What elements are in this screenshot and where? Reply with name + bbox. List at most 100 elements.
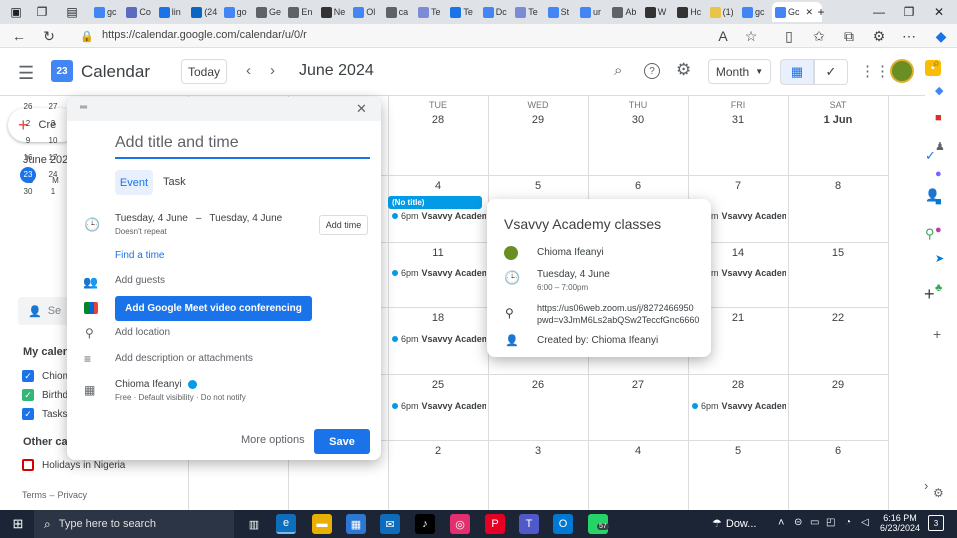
mini-calendar-day[interactable]: 2 (18, 116, 38, 131)
popover-link-line2[interactable]: pwd=v3JmM6Ls2abQSw2TeccfGnc6660 (537, 315, 699, 325)
end-date[interactable]: Tuesday, 4 June (209, 213, 282, 224)
day-number[interactable]: 26 (488, 379, 588, 391)
notifications-icon[interactable]: 3 (928, 515, 944, 531)
browser-tab[interactable]: go (221, 2, 251, 22)
day-number[interactable]: 7 (688, 180, 788, 192)
edge-outlook-icon[interactable]: ■ (935, 196, 942, 208)
workspaces-icon[interactable]: ❐ (30, 0, 54, 24)
today-button[interactable]: Today (181, 59, 227, 84)
other-calendars-heading[interactable]: Other cal (23, 436, 71, 448)
store-icon[interactable]: ▦ (346, 514, 366, 534)
tab-actions-icon[interactable]: ▤ (60, 0, 84, 24)
browser-tab[interactable]: Ge (253, 2, 283, 22)
tab-event[interactable]: Event (115, 170, 153, 195)
title-input[interactable]: Add title and time (115, 134, 370, 159)
day-number[interactable]: 18 (388, 312, 488, 324)
mini-calendar-day[interactable]: 26 (18, 99, 38, 114)
pinterest-icon[interactable]: P (485, 514, 505, 534)
collections-icon[interactable]: ⧉ (840, 27, 858, 45)
url-field[interactable]: https://calendar.google.com/calendar/u/0… (102, 29, 307, 41)
taskbar-clock[interactable]: 6:16 PM 6/23/2024 (880, 513, 920, 533)
split-screen-icon[interactable]: ▯ (780, 27, 798, 45)
day-number[interactable]: 29 (488, 114, 588, 126)
add-location-field[interactable]: Add location (115, 327, 170, 338)
browser-tab[interactable]: (1) (707, 2, 737, 22)
mini-calendar-day[interactable]: 1 (43, 184, 63, 199)
browser-tab[interactable]: Ol (350, 2, 380, 22)
browser-tab[interactable]: Ne (318, 2, 348, 22)
drag-handle-icon[interactable]: ═ (80, 102, 87, 113)
calendar-owner[interactable]: Chioma Ifeanyi (115, 379, 197, 390)
mini-calendar-day[interactable]: 23 (20, 167, 36, 183)
day-number[interactable]: 31 (688, 114, 788, 126)
calendar-event[interactable]: 6pmVsavvy Academ (392, 268, 486, 278)
dialog-close-icon[interactable]: ✕ (356, 101, 367, 117)
day-number[interactable]: 6 (588, 180, 688, 192)
mini-calendar-day[interactable]: 30 (18, 184, 38, 199)
day-number[interactable]: 30 (588, 114, 688, 126)
edge-search-icon[interactable]: ⌕ (933, 56, 940, 71)
mail-icon[interactable]: ✉ (380, 514, 400, 534)
day-number[interactable]: 27 (588, 379, 688, 391)
browser-tab[interactable]: (24 (188, 2, 218, 22)
windows-start-icon[interactable]: ⊞ (8, 514, 28, 534)
new-event-chip[interactable]: (No title) (388, 196, 482, 209)
dialog-drag-bar[interactable] (67, 97, 381, 121)
day-number[interactable]: 22 (788, 312, 888, 324)
day-number[interactable]: 1 Jun (788, 114, 888, 126)
browser-tab[interactable]: St (545, 2, 575, 22)
browser-profile-icon[interactable]: ▣ (4, 0, 28, 24)
tray-app-icon[interactable]: ⊝ (794, 517, 802, 528)
network-icon[interactable]: ◰ (826, 517, 835, 528)
mini-calendar-day[interactable]: 17 (43, 150, 63, 165)
show-side-panel-icon[interactable]: › (924, 478, 928, 493)
repeat-setting[interactable]: Doesn't repeat (115, 227, 167, 236)
day-number[interactable]: 28 (688, 379, 788, 391)
tasks-view-toggle-icon[interactable]: ✓ (814, 59, 848, 85)
add-time-button[interactable]: Add time (319, 215, 368, 235)
day-number[interactable]: 25 (388, 379, 488, 391)
tab-task[interactable]: Task (163, 176, 186, 188)
search-icon[interactable]: ⌕ (614, 62, 622, 79)
mini-calendar-day[interactable]: 27 (43, 99, 63, 114)
calendar-list-item[interactable]: ✓ Birthd (22, 389, 68, 401)
day-number[interactable]: 3 (488, 445, 588, 457)
task-view-icon[interactable]: ▥ (244, 514, 264, 534)
settings-more-icon[interactable]: ⋯ (900, 27, 918, 45)
copilot-icon[interactable]: ◆ (932, 27, 950, 45)
main-menu-icon[interactable]: ☰ (18, 63, 34, 84)
settings-gear-icon[interactable]: ⚙ (676, 60, 691, 80)
browser-tab[interactable]: W (642, 2, 672, 22)
whatsapp-icon[interactable]: 57 (588, 514, 609, 534)
back-icon[interactable]: ← (10, 27, 28, 45)
edge-m365-icon[interactable]: ● (935, 168, 942, 180)
mini-calendar-day[interactable]: 24 (43, 167, 63, 182)
day-number[interactable]: 6 (788, 445, 888, 457)
close-window-button[interactable]: ✕ (924, 0, 954, 24)
browser-tab[interactable]: ur (577, 2, 607, 22)
mini-calendar-day[interactable]: 16 (18, 150, 38, 165)
browser-tab[interactable]: Co (123, 2, 153, 22)
battery-icon[interactable]: ▭ (810, 517, 819, 528)
holidays-checkbox[interactable] (22, 459, 34, 471)
instagram-icon[interactable]: ◎ (450, 514, 470, 534)
day-number[interactable]: 8 (788, 180, 888, 192)
browser-tab[interactable]: Te (447, 2, 477, 22)
more-options-button[interactable]: More options (241, 434, 305, 446)
volume-icon[interactable]: ◁ (861, 517, 869, 528)
file-explorer-icon[interactable]: ▬ (312, 514, 332, 534)
help-icon[interactable]: ? (644, 63, 660, 79)
calendar-checkbox[interactable]: ✓ (22, 370, 34, 382)
browser-tab[interactable]: ca (383, 2, 413, 22)
day-number[interactable]: 4 (388, 180, 488, 192)
reload-icon[interactable]: ↻ (40, 27, 58, 45)
add-meet-button[interactable]: Add Google Meet video conferencing (115, 296, 312, 321)
account-avatar[interactable] (890, 59, 914, 83)
find-a-time-link[interactable]: Find a time (115, 250, 164, 261)
calendar-event[interactable]: 6pmVsavvy Academ (692, 401, 786, 411)
my-calendars-heading[interactable]: My calen (23, 346, 69, 358)
start-date[interactable]: Tuesday, 4 June (115, 213, 188, 224)
apps-grid-icon[interactable]: ⋮⋮ (860, 62, 890, 80)
edge-tools-icon[interactable]: ■ (935, 112, 942, 124)
day-number[interactable]: 5 (688, 445, 788, 457)
